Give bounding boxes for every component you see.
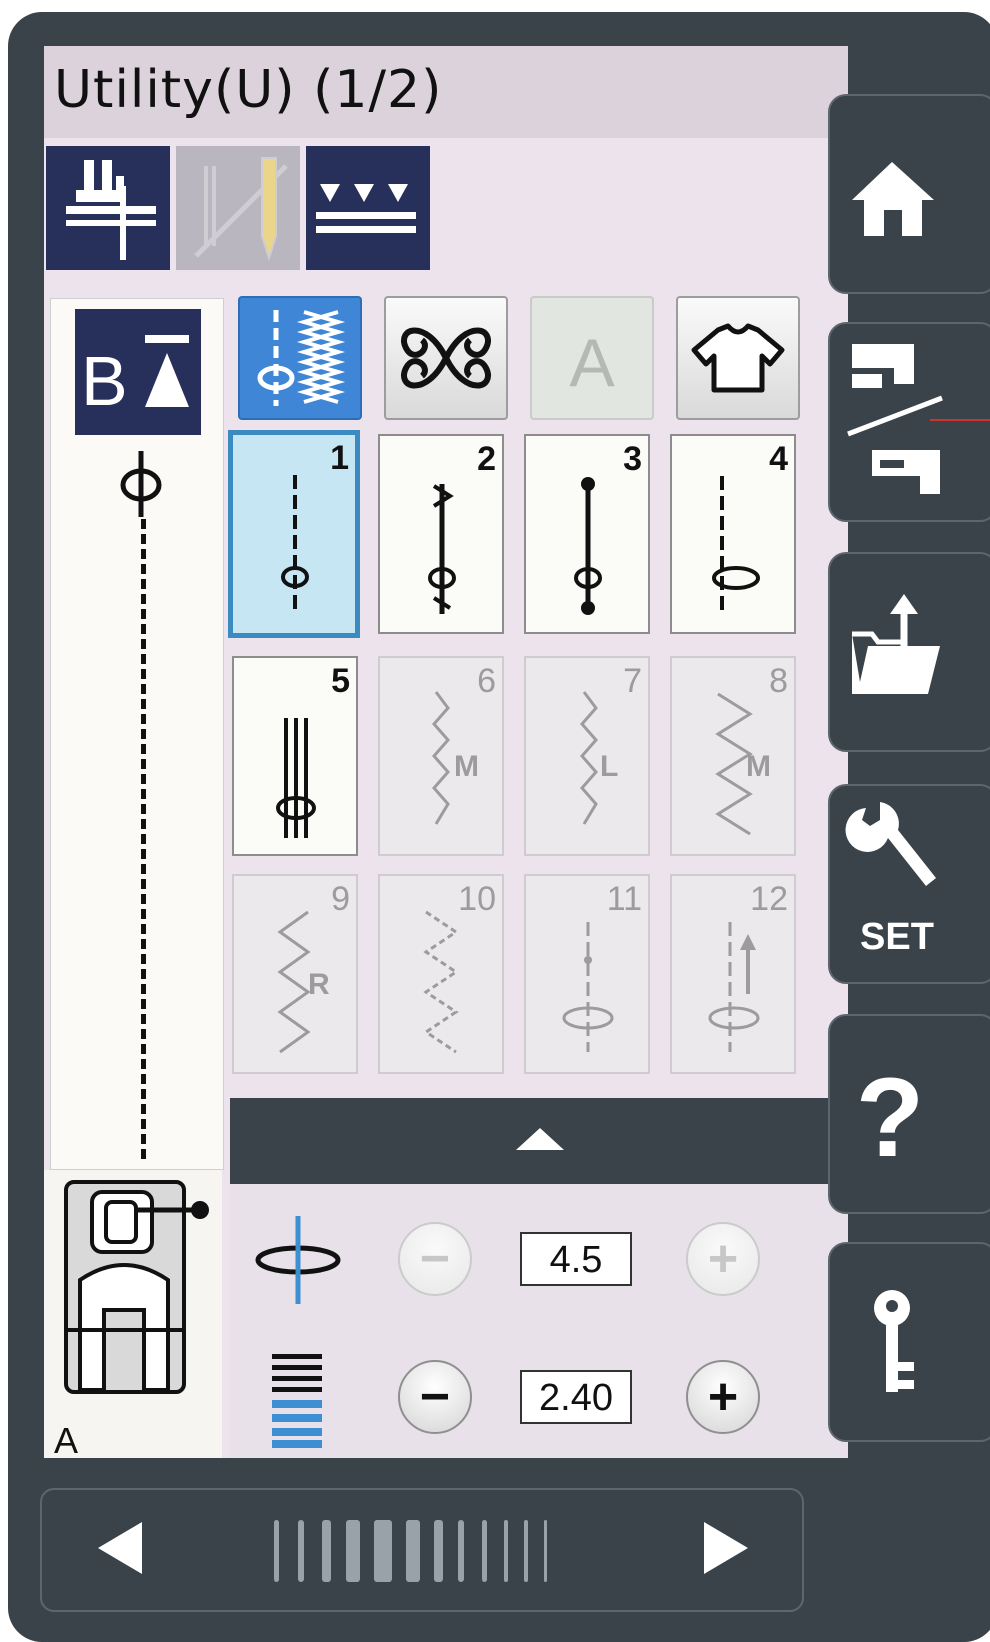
category-letters-button: A xyxy=(530,296,654,420)
page-title: Utility(U) (1/2) xyxy=(54,60,443,120)
stitch-number: 4 xyxy=(769,440,788,478)
reverse-lock-stitch-button[interactable]: B xyxy=(75,309,201,435)
stitch-preview-line xyxy=(141,519,146,1159)
home-icon xyxy=(852,162,934,236)
presser-foot-lift-button[interactable] xyxy=(46,146,170,270)
needle-threader-button xyxy=(176,146,300,270)
stitch-length-plus-button[interactable]: + xyxy=(686,1360,760,1434)
stitch-length-icon xyxy=(272,1354,322,1448)
stitch-variant-label: R xyxy=(308,968,330,1001)
presser-foot-a-icon xyxy=(64,1180,209,1394)
needle-icon xyxy=(194,157,288,262)
svg-text:B: B xyxy=(81,342,128,420)
stitch-button-11: 11 xyxy=(524,874,650,1074)
stitch-button-3[interactable]: 3 xyxy=(524,434,650,634)
stitch-number: 2 xyxy=(477,440,496,478)
stitch-length-value: 2.40 xyxy=(520,1370,632,1424)
title-bar: Utility(U) (1/2) xyxy=(44,46,848,138)
stitch-number: 11 xyxy=(606,880,642,918)
category-utility-button[interactable] xyxy=(238,296,362,420)
letter-a-icon: A xyxy=(569,325,615,401)
stitch-number: 8 xyxy=(769,662,788,700)
stitch-start-icon xyxy=(115,449,167,524)
stitch-button-5[interactable]: 5 xyxy=(232,656,358,856)
folder-export-icon xyxy=(852,594,940,694)
presser-foot-indicator: A xyxy=(44,1170,222,1458)
next-page-button[interactable] xyxy=(704,1522,748,1574)
file-export-button[interactable] xyxy=(828,552,990,752)
stitch-variant-label: M xyxy=(454,750,479,783)
stitch-settings-panel: − 4.5 + − 2.40 + xyxy=(230,1098,848,1458)
stitch-button-9: 9R xyxy=(232,874,358,1074)
stitch-number: 12 xyxy=(750,880,788,918)
lock-button[interactable] xyxy=(828,1242,990,1442)
stitch-button-8: 8M xyxy=(670,656,796,856)
decorative-stitch-icon xyxy=(401,327,491,389)
stitch-button-4[interactable]: 4 xyxy=(670,434,796,634)
feed-dog-button[interactable] xyxy=(306,146,430,270)
category-decorative-button[interactable] xyxy=(384,296,508,420)
key-icon xyxy=(874,1290,914,1392)
stitch-button-10: 10 xyxy=(378,874,504,1074)
svg-text:?: ? xyxy=(856,1055,924,1180)
settings-button[interactable]: SET xyxy=(828,784,990,984)
svg-text:A: A xyxy=(569,325,615,401)
stitch-length-minus-button[interactable]: − xyxy=(398,1360,472,1434)
settings-label: SET xyxy=(860,916,934,958)
stitch-button-2[interactable]: 2 xyxy=(378,434,504,634)
needle-position-plus-button: + xyxy=(686,1222,760,1296)
stitch-number: 1 xyxy=(330,439,349,477)
chevron-up-icon xyxy=(516,1128,564,1150)
stitch-number: 3 xyxy=(623,440,642,478)
presser-foot-icon xyxy=(66,160,156,260)
home-button[interactable] xyxy=(828,94,990,294)
needle-position-value: 4.5 xyxy=(520,1232,632,1286)
category-garment-button[interactable] xyxy=(676,296,800,420)
presser-foot-label: A xyxy=(54,1420,79,1458)
stitch-variant-label: M xyxy=(746,750,771,783)
switch-machine-button[interactable] xyxy=(828,322,990,522)
stitch-variant-label: L xyxy=(600,750,619,783)
question-mark-icon: ? xyxy=(856,1055,924,1180)
stitch-number: 7 xyxy=(623,662,642,700)
lcd-screen: Utility(U) (1/2) B A A 1 2 3 4 5 6 M 7 L… xyxy=(44,46,848,1458)
wrench-icon xyxy=(845,802,936,886)
stitch-button-6: 6M xyxy=(378,656,504,856)
feed-dog-icon xyxy=(316,184,416,233)
stitch-button-7: 7L xyxy=(524,656,650,856)
stitch-preview-panel: B xyxy=(50,298,224,1170)
b-lock-icon: B xyxy=(81,335,189,420)
utility-stitch-icon xyxy=(257,310,346,406)
stitch-number: 6 xyxy=(477,662,496,700)
needle-position-icon xyxy=(255,1216,341,1304)
page-navigation-bar xyxy=(40,1488,804,1612)
stitch-number: 5 xyxy=(331,662,350,700)
expand-settings-button[interactable] xyxy=(230,1098,848,1184)
sewing-machine-switch-icon xyxy=(847,344,990,494)
stitch-button-1[interactable]: 1 xyxy=(228,430,360,638)
stitch-number: 10 xyxy=(458,880,496,918)
shirt-icon xyxy=(691,323,785,393)
needle-position-minus-button: − xyxy=(398,1222,472,1296)
stitch-number: 9 xyxy=(331,880,350,918)
help-button[interactable]: ? xyxy=(828,1014,990,1214)
stitch-button-12: 12 xyxy=(670,874,796,1074)
previous-page-button[interactable] xyxy=(98,1522,142,1574)
